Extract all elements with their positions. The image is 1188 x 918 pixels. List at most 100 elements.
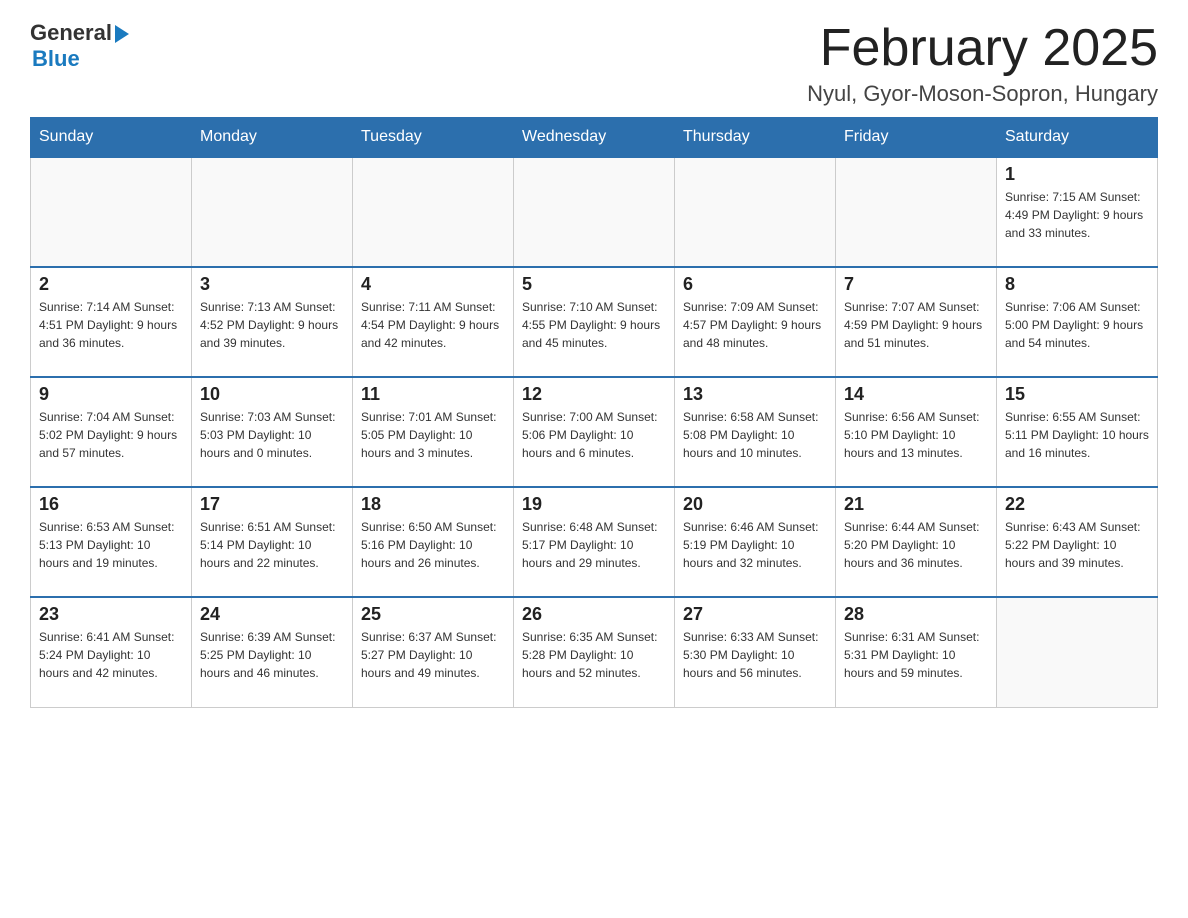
logo-triangle-icon [115,25,129,43]
calendar-cell [836,157,997,267]
day-info: Sunrise: 7:11 AM Sunset: 4:54 PM Dayligh… [361,298,505,352]
day-number: 4 [361,274,505,295]
calendar-cell [675,157,836,267]
day-info: Sunrise: 6:37 AM Sunset: 5:27 PM Dayligh… [361,628,505,682]
day-number: 18 [361,494,505,515]
calendar-cell: 27 Sunrise: 6:33 AM Sunset: 5:30 PM Dayli… [675,597,836,707]
day-number: 27 [683,604,827,625]
calendar-cell: 2 Sunrise: 7:14 AM Sunset: 4:51 PM Daylig… [31,267,192,377]
month-title: February 2025 [807,20,1158,77]
week-row-2: 2 Sunrise: 7:14 AM Sunset: 4:51 PM Daylig… [31,267,1158,377]
calendar-cell: 3 Sunrise: 7:13 AM Sunset: 4:52 PM Daylig… [192,267,353,377]
title-section: February 2025 Nyul, Gyor-Moson-Sopron, H… [807,20,1158,107]
day-number: 12 [522,384,666,405]
calendar-header-row: SundayMondayTuesdayWednesdayThursdayFrid… [31,118,1158,158]
calendar-cell: 18 Sunrise: 6:50 AM Sunset: 5:16 PM Dayli… [353,487,514,597]
calendar-cell: 19 Sunrise: 6:48 AM Sunset: 5:17 PM Dayli… [514,487,675,597]
calendar-cell [192,157,353,267]
day-number: 16 [39,494,183,515]
week-row-1: 1Sunrise: 7:15 AM Sunset: 4:49 PM Daylig… [31,157,1158,267]
day-info: Sunrise: 6:58 AM Sunset: 5:08 PM Dayligh… [683,408,827,462]
calendar-cell: 14Sunrise: 6:56 AM Sunset: 5:10 PM Dayli… [836,377,997,487]
calendar-cell: 10Sunrise: 7:03 AM Sunset: 5:03 PM Dayli… [192,377,353,487]
calendar-cell: 17Sunrise: 6:51 AM Sunset: 5:14 PM Dayli… [192,487,353,597]
day-info: Sunrise: 7:07 AM Sunset: 4:59 PM Dayligh… [844,298,988,352]
day-info: Sunrise: 7:15 AM Sunset: 4:49 PM Dayligh… [1005,188,1149,242]
day-number: 15 [1005,384,1149,405]
logo-blue: Blue [32,46,80,72]
day-info: Sunrise: 6:53 AM Sunset: 5:13 PM Dayligh… [39,518,183,572]
day-info: Sunrise: 6:48 AM Sunset: 5:17 PM Dayligh… [522,518,666,572]
day-info: Sunrise: 7:04 AM Sunset: 5:02 PM Dayligh… [39,408,183,462]
day-number: 28 [844,604,988,625]
day-info: Sunrise: 6:55 AM Sunset: 5:11 PM Dayligh… [1005,408,1149,462]
col-header-friday: Friday [836,118,997,158]
page-header: General Blue February 2025 Nyul, Gyor-Mo… [30,20,1158,107]
day-number: 7 [844,274,988,295]
day-number: 3 [200,274,344,295]
day-info: Sunrise: 7:09 AM Sunset: 4:57 PM Dayligh… [683,298,827,352]
day-info: Sunrise: 6:44 AM Sunset: 5:20 PM Dayligh… [844,518,988,572]
day-number: 23 [39,604,183,625]
day-number: 19 [522,494,666,515]
day-number: 10 [200,384,344,405]
col-header-thursday: Thursday [675,118,836,158]
day-info: Sunrise: 6:51 AM Sunset: 5:14 PM Dayligh… [200,518,344,572]
calendar-cell: 11 Sunrise: 7:01 AM Sunset: 5:05 PM Dayli… [353,377,514,487]
day-info: Sunrise: 7:10 AM Sunset: 4:55 PM Dayligh… [522,298,666,352]
day-info: Sunrise: 6:41 AM Sunset: 5:24 PM Dayligh… [39,628,183,682]
calendar-cell: 6 Sunrise: 7:09 AM Sunset: 4:57 PM Daylig… [675,267,836,377]
col-header-wednesday: Wednesday [514,118,675,158]
day-number: 2 [39,274,183,295]
day-info: Sunrise: 6:33 AM Sunset: 5:30 PM Dayligh… [683,628,827,682]
calendar-cell: 5 Sunrise: 7:10 AM Sunset: 4:55 PM Daylig… [514,267,675,377]
day-info: Sunrise: 6:50 AM Sunset: 5:16 PM Dayligh… [361,518,505,572]
day-info: Sunrise: 7:06 AM Sunset: 5:00 PM Dayligh… [1005,298,1149,352]
calendar-table: SundayMondayTuesdayWednesdayThursdayFrid… [30,117,1158,708]
day-info: Sunrise: 7:13 AM Sunset: 4:52 PM Dayligh… [200,298,344,352]
day-number: 6 [683,274,827,295]
week-row-5: 23 Sunrise: 6:41 AM Sunset: 5:24 PM Dayli… [31,597,1158,707]
day-info: Sunrise: 6:43 AM Sunset: 5:22 PM Dayligh… [1005,518,1149,572]
week-row-4: 16 Sunrise: 6:53 AM Sunset: 5:13 PM Dayli… [31,487,1158,597]
calendar-cell: 13 Sunrise: 6:58 AM Sunset: 5:08 PM Dayli… [675,377,836,487]
calendar-cell: 8 Sunrise: 7:06 AM Sunset: 5:00 PM Daylig… [997,267,1158,377]
day-number: 8 [1005,274,1149,295]
day-info: Sunrise: 7:14 AM Sunset: 4:51 PM Dayligh… [39,298,183,352]
calendar-cell: 16 Sunrise: 6:53 AM Sunset: 5:13 PM Dayli… [31,487,192,597]
day-number: 21 [844,494,988,515]
logo: General Blue [30,20,129,72]
day-info: Sunrise: 6:46 AM Sunset: 5:19 PM Dayligh… [683,518,827,572]
col-header-tuesday: Tuesday [353,118,514,158]
day-number: 11 [361,384,505,405]
day-info: Sunrise: 6:56 AM Sunset: 5:10 PM Dayligh… [844,408,988,462]
day-number: 5 [522,274,666,295]
day-number: 9 [39,384,183,405]
day-info: Sunrise: 6:31 AM Sunset: 5:31 PM Dayligh… [844,628,988,682]
day-number: 25 [361,604,505,625]
calendar-cell: 26 Sunrise: 6:35 AM Sunset: 5:28 PM Dayli… [514,597,675,707]
week-row-3: 9 Sunrise: 7:04 AM Sunset: 5:02 PM Daylig… [31,377,1158,487]
calendar-cell: 28 Sunrise: 6:31 AM Sunset: 5:31 PM Dayli… [836,597,997,707]
calendar-cell: 4 Sunrise: 7:11 AM Sunset: 4:54 PM Daylig… [353,267,514,377]
calendar-cell: 20 Sunrise: 6:46 AM Sunset: 5:19 PM Dayli… [675,487,836,597]
calendar-cell: 12 Sunrise: 7:00 AM Sunset: 5:06 PM Dayli… [514,377,675,487]
day-number: 24 [200,604,344,625]
day-info: Sunrise: 6:35 AM Sunset: 5:28 PM Dayligh… [522,628,666,682]
calendar-cell: 22 Sunrise: 6:43 AM Sunset: 5:22 PM Dayli… [997,487,1158,597]
calendar-cell: 24 Sunrise: 6:39 AM Sunset: 5:25 PM Dayli… [192,597,353,707]
calendar-cell [353,157,514,267]
day-number: 26 [522,604,666,625]
calendar-cell: 23 Sunrise: 6:41 AM Sunset: 5:24 PM Dayli… [31,597,192,707]
day-info: Sunrise: 6:39 AM Sunset: 5:25 PM Dayligh… [200,628,344,682]
calendar-cell [997,597,1158,707]
calendar-cell: 15 Sunrise: 6:55 AM Sunset: 5:11 PM Dayli… [997,377,1158,487]
day-info: Sunrise: 7:01 AM Sunset: 5:05 PM Dayligh… [361,408,505,462]
day-number: 22 [1005,494,1149,515]
calendar-cell: 21 Sunrise: 6:44 AM Sunset: 5:20 PM Dayli… [836,487,997,597]
day-number: 20 [683,494,827,515]
calendar-cell [514,157,675,267]
calendar-cell: 7 Sunrise: 7:07 AM Sunset: 4:59 PM Daylig… [836,267,997,377]
day-info: Sunrise: 7:00 AM Sunset: 5:06 PM Dayligh… [522,408,666,462]
day-number: 13 [683,384,827,405]
